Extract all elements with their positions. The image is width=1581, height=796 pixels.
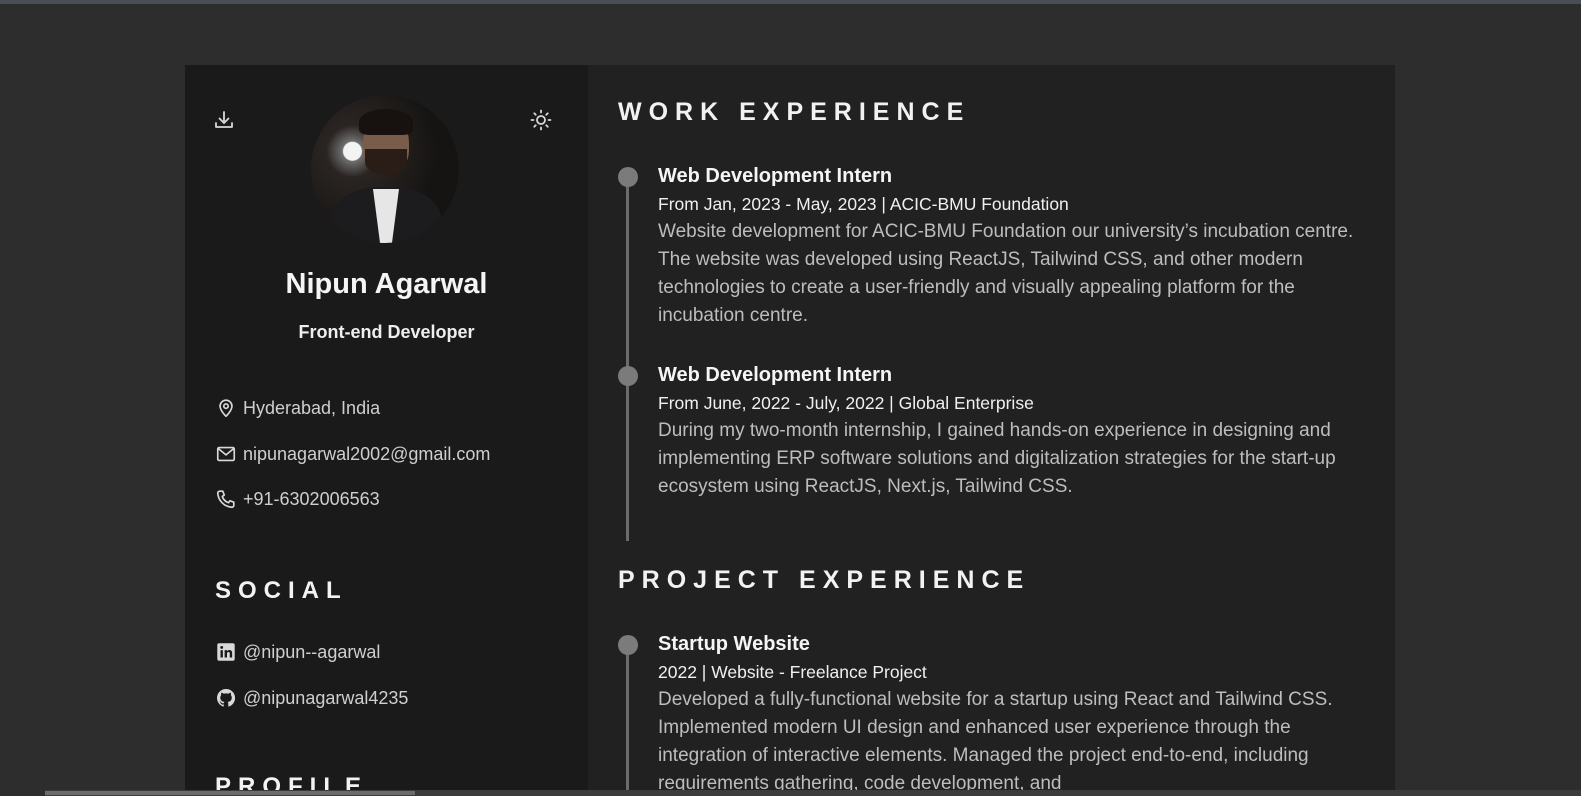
timeline-dot bbox=[618, 635, 638, 655]
sun-icon bbox=[530, 109, 552, 131]
github-link[interactable]: @nipunagarwal4235 bbox=[243, 688, 408, 709]
profile-name: Nipun Agarwal bbox=[285, 268, 488, 300]
github-row[interactable]: @nipunagarwal4235 bbox=[215, 686, 408, 710]
entry-description: Developed a fully-functional website for… bbox=[658, 689, 1333, 794]
map-pin-icon bbox=[215, 397, 237, 419]
email-link[interactable]: nipunagarwal2002@gmail.com bbox=[243, 444, 490, 465]
project-experience-heading: PROJECT EXPERIENCE bbox=[618, 566, 1031, 594]
download-button[interactable] bbox=[211, 107, 237, 133]
download-icon bbox=[215, 111, 233, 128]
work-experience-heading: WORK EXPERIENCE bbox=[618, 98, 971, 126]
project-timeline bbox=[626, 645, 629, 796]
entry-description: During my two-month internship, I gained… bbox=[658, 420, 1336, 497]
avatar bbox=[311, 95, 459, 243]
timeline-dot bbox=[618, 366, 638, 386]
location-text: Hyderabad, India bbox=[243, 397, 381, 418]
theme-toggle-button[interactable] bbox=[528, 107, 554, 133]
entry-title: Web Development Intern bbox=[658, 165, 893, 187]
scrollbar-thumb[interactable] bbox=[45, 791, 415, 795]
resume-card: Nipun Agarwal Front-end Developer Hydera… bbox=[185, 65, 1395, 796]
phone-link[interactable]: +91-6302006563 bbox=[243, 489, 380, 510]
github-icon bbox=[215, 687, 237, 709]
work-entry: Web Development Intern From Jan, 2023 - … bbox=[658, 162, 1373, 330]
social-heading: SOCIAL bbox=[215, 577, 348, 604]
profile-role: Front-end Developer bbox=[298, 322, 475, 342]
project-entry: Startup Website 2022 | Website - Freelan… bbox=[658, 630, 1373, 796]
work-entry: Web Development Intern From June, 2022 -… bbox=[658, 361, 1373, 501]
entry-meta: 2022 | Website - Freelance Project bbox=[658, 662, 927, 682]
linkedin-link[interactable]: @nipun--agarwal bbox=[243, 642, 380, 663]
mail-icon bbox=[215, 443, 237, 465]
horizontal-scrollbar[interactable] bbox=[45, 790, 1581, 796]
phone-icon bbox=[215, 488, 237, 510]
main-content: WORK EXPERIENCE Web Development Intern F… bbox=[588, 65, 1395, 796]
linkedin-row[interactable]: @nipun--agarwal bbox=[215, 640, 380, 664]
entry-description: Website development for ACIC-BMU Foundat… bbox=[658, 221, 1354, 326]
top-border bbox=[0, 0, 1581, 4]
timeline-dot bbox=[618, 167, 638, 187]
work-timeline bbox=[626, 177, 629, 541]
entry-title: Web Development Intern bbox=[658, 364, 893, 386]
entry-meta: From Jan, 2023 - May, 2023 | ACIC-BMU Fo… bbox=[658, 194, 1069, 214]
location-row: Hyderabad, India bbox=[215, 396, 380, 420]
entry-meta: From June, 2022 - July, 2022 | Global En… bbox=[658, 393, 1034, 413]
linkedin-icon bbox=[215, 641, 237, 663]
entry-title: Startup Website bbox=[658, 633, 810, 655]
email-row[interactable]: nipunagarwal2002@gmail.com bbox=[215, 442, 490, 466]
phone-row[interactable]: +91-6302006563 bbox=[215, 487, 380, 511]
sidebar: Nipun Agarwal Front-end Developer Hydera… bbox=[185, 65, 588, 796]
